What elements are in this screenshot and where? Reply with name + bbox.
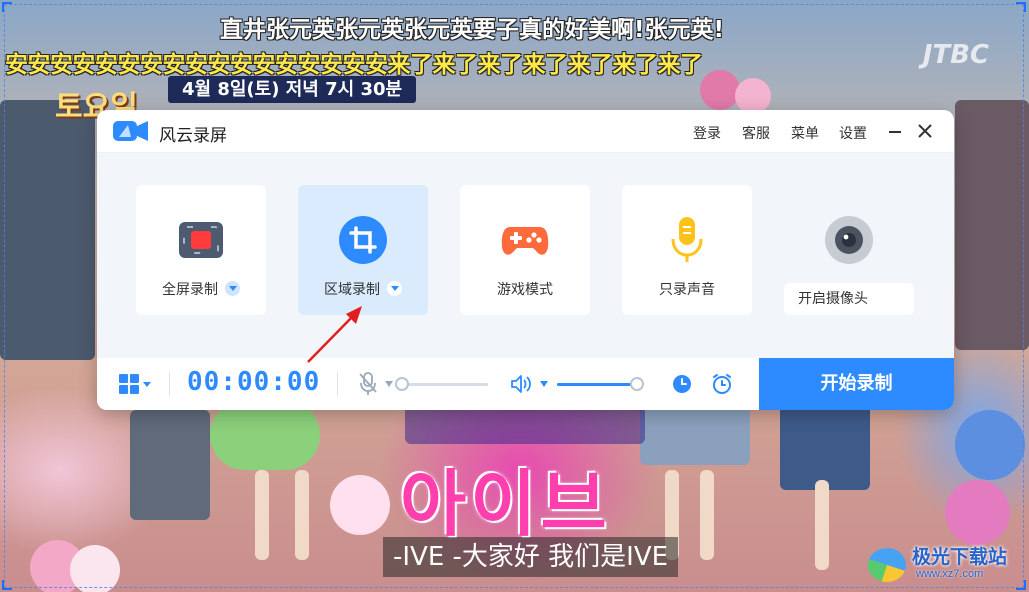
title-bar[interactable]: 风云录屏 登录 客服 菜单 设置 [97,110,954,153]
bg-shape [295,470,309,560]
control-toolbar: 00:00:00 开始录制 [97,358,954,410]
microphone-muted-icon[interactable] [358,372,378,396]
balloon [955,410,1025,480]
mode-card-audio[interactable]: 只录声音 [622,185,752,315]
app-logo-icon [113,121,148,141]
chevron-down-icon[interactable] [225,281,240,296]
balloon [735,78,771,114]
mic-dropdown-icon[interactable] [385,381,393,387]
gamepad-icon [501,227,549,255]
timer-stop-icon[interactable] [711,373,733,395]
bg-shape [955,100,1029,350]
open-camera-button[interactable]: 开启摄像头 [784,283,914,315]
recording-timer: 00:00:00 [187,367,321,397]
mode-label: 区域录制 [324,282,380,298]
bg-shape [255,470,269,560]
app-title: 风云录屏 [159,126,227,146]
microphone-icon [671,217,703,262]
slider-fill [557,383,637,386]
speaker-volume-slider[interactable] [557,377,644,391]
bg-shape [210,400,320,470]
channel-logo: JTBC [922,40,989,70]
balloon [700,70,740,110]
watermark-url: www.xz7.com [916,568,984,580]
korean-title: 아이브 [400,462,611,546]
frame-corner-handle[interactable] [1016,2,1026,12]
chevron-down-icon[interactable] [387,281,402,296]
camera-section: 开启摄像头 [784,185,914,315]
start-recording-button[interactable]: 开始录制 [759,358,954,410]
watermark-logo-icon [868,548,906,582]
customer-service-link[interactable]: 客服 [742,123,770,143]
scheduled-record-icon[interactable] [672,374,692,394]
date-banner: 4월 8일(토) 저녁 7시 30분 [168,76,417,103]
mode-card-fullscreen[interactable]: 全屏录制 [136,185,266,315]
recorder-window: 风云录屏 登录 客服 菜单 设置 全屏录制 区域录制 游戏模式 只录声音 开启摄… [97,110,954,410]
bg-title-box [405,404,645,444]
bg-shape [815,480,829,570]
bg-shape [130,410,210,520]
bg-shape [640,405,750,465]
camera-icon [825,216,873,264]
slider-handle[interactable] [395,377,409,391]
danmaku-comment: 直井张元英张元英张元英要子真的好美啊!张元英! [220,17,724,43]
fullscreen-record-icon [179,222,223,258]
slider-handle[interactable] [630,377,644,391]
watermark-name: 极光下载站 [912,546,1008,568]
divider [169,372,170,396]
mode-label: 只录声音 [659,282,715,298]
frame-corner-handle[interactable] [2,2,12,12]
mode-selector: 全屏录制 区域录制 游戏模式 只录声音 开启摄像头 [97,153,954,358]
menu-link[interactable]: 菜单 [791,123,819,143]
close-icon[interactable] [916,122,934,140]
video-subtitle: -IVE -大家好 我们是IVE [383,537,679,577]
bg-shape [780,400,870,490]
frame-corner-handle[interactable] [2,580,12,590]
login-link[interactable]: 登录 [693,123,721,143]
watermark: 极光下载站 www.xz7.com [868,540,1026,588]
bg-shape [700,470,714,560]
danmaku-comment: 安安安安安安安安安安安安安安安安安来了来了来了来了来了来了来了 [5,52,703,78]
mode-card-region[interactable]: 区域录制 [298,185,428,315]
speaker-icon[interactable] [510,372,532,396]
layout-grid-icon[interactable] [119,374,153,394]
mic-volume-slider[interactable] [395,377,488,391]
bg-shape [0,100,95,360]
crop-region-icon [339,216,387,264]
speaker-dropdown-icon[interactable] [540,381,548,387]
mode-label: 全屏录制 [162,282,218,298]
mode-card-game[interactable]: 游戏模式 [460,185,590,315]
mode-label: 游戏模式 [497,282,553,298]
settings-link[interactable]: 设置 [839,123,867,143]
divider [337,372,338,396]
minimize-icon[interactable] [889,131,901,133]
balloon [945,480,1010,545]
balloon [70,545,120,592]
balloon [330,475,390,535]
